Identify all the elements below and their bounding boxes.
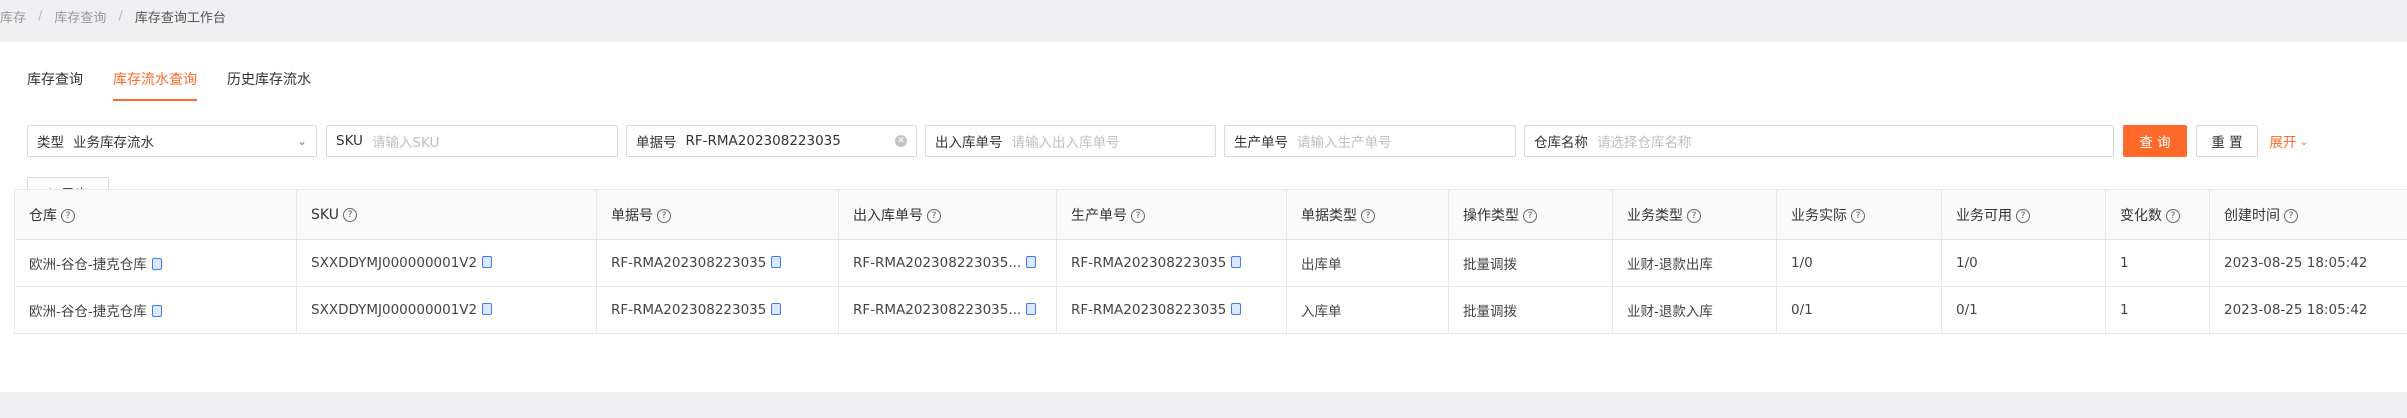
copy-icon[interactable] [1231, 256, 1242, 268]
column-header[interactable]: 单据类型? [1286, 189, 1449, 240]
chevron-down-icon: ⌄ [296, 134, 307, 148]
copy-icon[interactable] [1026, 256, 1037, 268]
type-value: 业务库存流水 [73, 135, 154, 151]
doc-no-field[interactable]: 单据号 RF-RMA202308223035 ✕ [626, 125, 917, 157]
copy-icon[interactable] [151, 258, 162, 270]
copy-icon[interactable] [482, 303, 493, 315]
help-icon[interactable]: ? [1687, 208, 1701, 223]
type-label: 类型 [37, 135, 64, 151]
help-icon[interactable]: ? [2284, 208, 2298, 223]
copy-icon[interactable] [482, 256, 493, 268]
copy-icon[interactable] [151, 305, 162, 317]
help-icon[interactable]: ? [2166, 208, 2180, 223]
copy-icon[interactable] [1231, 303, 1242, 315]
copy-icon[interactable] [771, 303, 782, 315]
column-header[interactable]: 生产单号? [1056, 189, 1287, 240]
warehouse-placeholder: 请选择仓库名称 [1597, 135, 1692, 151]
chevron-down-icon: ⌄ [2299, 134, 2309, 148]
breadcrumb-item-inventory-query[interactable]: 库存查询 [54, 7, 106, 26]
prod-no-placeholder: 请输入生产单号 [1297, 135, 1392, 151]
column-header[interactable]: 单据号? [596, 189, 839, 240]
warehouse-select[interactable]: 仓库名称 请选择仓库名称 [1524, 125, 2114, 157]
table-cell: 1/0 [1776, 239, 1942, 287]
query-button[interactable]: 查 询 [2123, 125, 2187, 157]
help-icon[interactable]: ? [2016, 208, 2030, 223]
table-cell: RF-RMA202308223035... [838, 286, 1057, 334]
prod-no-field[interactable]: 生产单号 请输入生产单号 [1224, 125, 1516, 157]
warehouse-label: 仓库名称 [1534, 135, 1588, 151]
table-cell: 业财-退款出库 [1612, 239, 1777, 287]
column-header[interactable]: 业务可用? [1941, 189, 2106, 240]
table-cell: 1 [2105, 286, 2210, 334]
table-cell: 入库单 [1286, 286, 1449, 334]
prod-no-label: 生产单号 [1234, 135, 1288, 151]
breadcrumb-item-current: 库存查询工作台 [134, 10, 226, 26]
table-cell: 1/0 [1941, 239, 2106, 287]
help-icon[interactable]: ? [1523, 208, 1537, 223]
tab-inventory-flow-query[interactable]: 库存流水查询 [113, 65, 197, 101]
sku-label: SKU [336, 133, 363, 149]
table-row: 欧洲-谷仓-捷克仓库 SXXDDYMJ000000001V2 RF-RMA202… [14, 286, 2407, 334]
table-cell: SXXDDYMJ000000001V2 [296, 286, 597, 334]
doc-no-value: RF-RMA202308223035 [685, 133, 841, 149]
io-no-placeholder: 请输入出入库单号 [1011, 135, 1120, 151]
column-header[interactable]: SKU? [296, 189, 597, 240]
io-no-field[interactable]: 出入库单号 请输入出入库单号 [925, 125, 1216, 157]
help-icon[interactable]: ? [1131, 208, 1145, 223]
breadcrumb-separator: / [118, 8, 123, 24]
help-icon[interactable]: ? [1361, 208, 1375, 223]
help-icon[interactable]: ? [1851, 208, 1865, 223]
table-row: 欧洲-谷仓-捷克仓库 SXXDDYMJ000000001V2 RF-RMA202… [14, 239, 2407, 287]
help-icon[interactable]: ? [61, 208, 75, 223]
table-cell: 2023-08-25 18:05:42 [2209, 239, 2407, 287]
table-cell: RF-RMA202308223035 [596, 239, 839, 287]
expand-button[interactable]: 展开 ⌄ [2264, 125, 2314, 157]
table-cell: 出库单 [1286, 239, 1449, 287]
column-header[interactable]: 业务实际? [1776, 189, 1942, 240]
table-cell: 批量调拨 [1448, 239, 1613, 287]
breadcrumb-item-inventory[interactable]: 库存 [0, 7, 26, 26]
table-cell: 欧洲-谷仓-捷克仓库 [14, 239, 297, 287]
column-header[interactable]: 变化数? [2105, 189, 2210, 240]
table-cell: 欧洲-谷仓-捷克仓库 [14, 286, 297, 334]
table-cell: RF-RMA202308223035... [838, 239, 1057, 287]
column-header[interactable]: 出入库单号? [838, 189, 1057, 240]
expand-label: 展开 [2269, 135, 2297, 151]
tab-bar: 库存查询 库存流水查询 历史库存流水 [27, 65, 341, 105]
tab-inventory-query[interactable]: 库存查询 [27, 65, 83, 101]
copy-icon[interactable] [1026, 303, 1037, 315]
column-header[interactable]: 创建时间? [2209, 189, 2407, 240]
help-icon[interactable]: ? [657, 208, 671, 223]
type-select[interactable]: 类型 业务库存流水 ⌄ [27, 125, 317, 157]
table-cell: 2023-08-25 18:05:42 [2209, 286, 2407, 334]
table-cell: RF-RMA202308223035 [1056, 239, 1287, 287]
help-icon[interactable]: ? [342, 207, 357, 222]
table-header-row: 仓库? SKU? 单据号? 出入库单号? 生产单号? 单据类型? 操作类型? 业… [14, 189, 2407, 240]
column-header[interactable]: 操作类型? [1448, 189, 1613, 240]
table-cell: SXXDDYMJ000000001V2 [296, 239, 597, 287]
table-cell: 批量调拨 [1448, 286, 1613, 334]
tab-history-inventory-flow[interactable]: 历史库存流水 [227, 65, 311, 101]
clear-icon[interactable]: ✕ [895, 135, 907, 147]
table-cell: 业财-退款入库 [1612, 286, 1777, 334]
help-icon[interactable]: ? [927, 208, 941, 223]
table-cell: 0/1 [1776, 286, 1942, 334]
doc-no-label: 单据号 [636, 135, 677, 151]
table-cell: RF-RMA202308223035 [1056, 286, 1287, 334]
sku-placeholder: 请输入SKU [371, 135, 440, 151]
sku-field[interactable]: SKU 请输入SKU [326, 125, 618, 157]
column-header[interactable]: 仓库? [14, 189, 297, 240]
table-cell: 1 [2105, 239, 2210, 287]
copy-icon[interactable] [771, 256, 782, 268]
breadcrumb: 库存 / 库存查询 / 库存查询工作台 [0, 7, 226, 26]
table-cell: RF-RMA202308223035 [596, 286, 839, 334]
io-no-label: 出入库单号 [935, 135, 1003, 151]
breadcrumb-separator: / [38, 8, 43, 24]
inventory-flow-table: 仓库? SKU? 单据号? 出入库单号? 生产单号? 单据类型? 操作类型? 业… [14, 189, 2407, 334]
table-cell: 0/1 [1941, 286, 2106, 334]
column-header[interactable]: 业务类型? [1612, 189, 1777, 240]
reset-button[interactable]: 重 置 [2196, 125, 2258, 157]
